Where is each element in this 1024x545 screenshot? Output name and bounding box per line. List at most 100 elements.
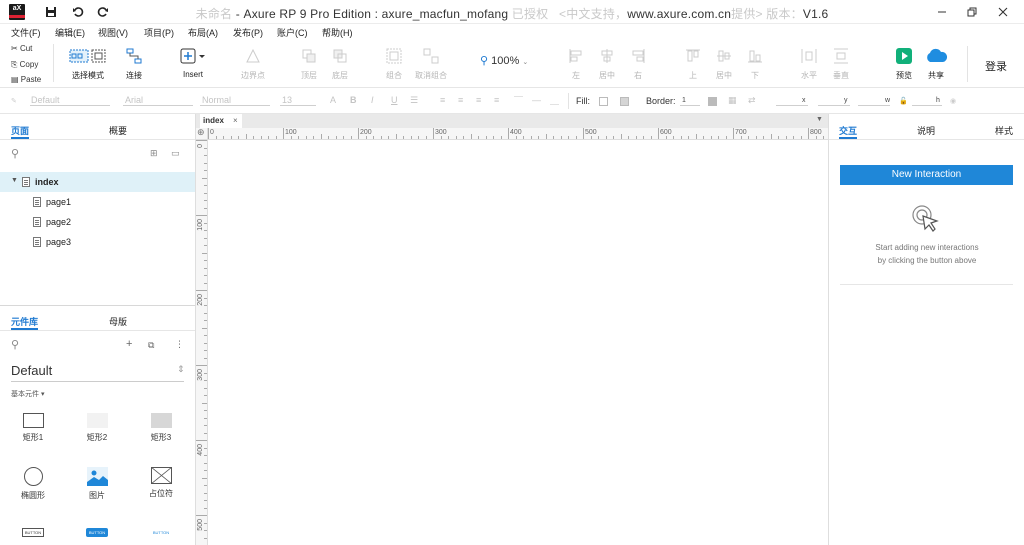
close-icon[interactable] (997, 6, 1009, 18)
border-width-input[interactable]: 1 (682, 97, 686, 104)
more-options-icon[interactable]: ⋮ (175, 339, 184, 350)
align-bottom-icon (748, 50, 762, 63)
tab-outline[interactable]: 概要 (109, 124, 127, 137)
share-button[interactable]: 共享 (919, 48, 953, 81)
widget-image[interactable]: 图片 (75, 467, 119, 501)
menu-edit[interactable]: 编辑(E) (55, 26, 85, 39)
category-header[interactable]: 基本元件 ▾ (11, 389, 44, 399)
font-size-select[interactable]: 13 (282, 95, 292, 105)
ruler-tick (204, 260, 207, 261)
menu-file[interactable]: 文件(F) (11, 26, 41, 39)
fill-color-swatch[interactable] (599, 97, 608, 106)
menu-arrange[interactable]: 布局(A) (188, 26, 218, 39)
widget-link-button[interactable]: BUTTON (139, 528, 183, 537)
tabs-dropdown-icon[interactable]: ▼ (816, 116, 823, 123)
visibility-eye-icon[interactable]: ◉ (950, 97, 956, 105)
valign-top-icon[interactable]: ⎺ (514, 95, 523, 106)
ungroup-button[interactable]: 取消组合 (412, 48, 450, 81)
widget-button[interactable]: BUTTON (11, 528, 55, 537)
page-row-page1[interactable]: page1 (0, 192, 195, 212)
tab-interactions[interactable]: 交互 (839, 124, 857, 137)
text-color-icon[interactable]: A (330, 95, 336, 105)
zoom-selector[interactable]: ⚲ 100% ⌄ (480, 54, 528, 67)
valign-middle-icon[interactable]: — (532, 95, 541, 105)
menu-project[interactable]: 项目(P) (144, 26, 174, 39)
connect-button[interactable]: 连接 (117, 48, 151, 81)
tab-masters[interactable]: 母版 (109, 315, 127, 328)
chevron-down-icon[interactable]: ▼ (11, 177, 18, 184)
valign-bottom-icon[interactable]: ⎽ (550, 95, 559, 106)
underline-icon[interactable]: U (391, 95, 398, 105)
lock-icon[interactable]: 🔓 (899, 97, 908, 105)
copy-button[interactable]: ⎘ Copy (11, 60, 38, 70)
library-copy-icon[interactable]: ⧉ (148, 340, 154, 351)
ruler-tick (538, 136, 539, 139)
justify-text-icon[interactable]: ≡ (494, 95, 499, 105)
menu-publish[interactable]: 发布(P) (233, 26, 263, 39)
library-select[interactable]: Default (11, 363, 52, 378)
bring-to-top-button[interactable]: 顶层 (292, 48, 326, 81)
search-icon[interactable]: ⚲ (11, 338, 19, 351)
widget-primary-button[interactable]: BUTTON (75, 528, 119, 537)
italic-icon[interactable]: I (371, 95, 374, 105)
align-right-button[interactable]: 右 (621, 48, 655, 81)
distribute-horizontal-button[interactable]: 水平 (792, 48, 826, 81)
border-color-swatch[interactable] (708, 97, 717, 106)
align-text-right-icon[interactable]: ≡ (476, 95, 481, 105)
fill-shadow-swatch[interactable] (620, 97, 629, 106)
cut-button[interactable]: ✂ Cut (11, 44, 32, 53)
align-top-button[interactable]: 上 (676, 48, 710, 81)
font-weight-select[interactable]: Normal (202, 95, 231, 105)
preview-button[interactable]: 预览 (887, 48, 921, 81)
panel-splitter[interactable] (0, 305, 195, 306)
tab-index[interactable]: index × (200, 114, 242, 128)
align-bottom-button[interactable]: 下 (738, 48, 772, 81)
tab-pages[interactable]: 页面 (11, 124, 29, 137)
tab-style[interactable]: 样式 (995, 124, 1013, 137)
arrow-style-icon[interactable]: ⇄ (748, 95, 756, 106)
align-center-button[interactable]: 居中 (590, 48, 624, 81)
add-library-icon[interactable]: + (126, 338, 132, 350)
style-select[interactable]: Default (31, 95, 60, 105)
font-select[interactable]: Arial (125, 95, 143, 105)
send-to-bottom-button[interactable]: 底层 (323, 48, 357, 81)
minimize-icon[interactable] (936, 6, 948, 18)
add-page-icon[interactable]: ⊞ (150, 148, 158, 159)
page-row-page2[interactable]: page2 (0, 212, 195, 232)
list-icon[interactable]: ☰ (410, 95, 418, 106)
page-row-index[interactable]: ▼ index (0, 172, 195, 192)
align-text-left-icon[interactable]: ≡ (440, 95, 445, 105)
paste-button[interactable]: ▤ Paste (11, 75, 41, 84)
widget-rectangle2[interactable]: 矩形2 (75, 413, 119, 443)
menu-help[interactable]: 帮助(H) (322, 26, 353, 39)
distribute-vertical-button[interactable]: 垂直 (824, 48, 858, 81)
search-icon[interactable]: ⚲ (11, 147, 19, 160)
widget-rectangle1[interactable]: 矩形1 (11, 413, 55, 443)
select-mode-button[interactable]: 选择模式 (66, 48, 110, 81)
login-button[interactable]: 登录 (985, 58, 1007, 74)
widget-placeholder[interactable]: 占位符 (139, 467, 183, 499)
menu-account[interactable]: 账户(C) (277, 26, 308, 39)
align-text-center-icon[interactable]: ≡ (458, 95, 463, 105)
group-button[interactable]: 组合 (377, 48, 411, 81)
chevron-updown-icon[interactable]: ⇕ (177, 364, 185, 375)
align-left-button[interactable]: 左 (559, 48, 593, 81)
border-style-icon[interactable]: ▦ (728, 95, 737, 106)
new-interaction-button[interactable]: New Interaction (840, 165, 1013, 185)
insert-button[interactable]: Insert (176, 48, 210, 79)
ruler-tick (204, 357, 207, 359)
restore-icon[interactable] (966, 6, 978, 18)
bold-icon[interactable]: B (350, 95, 357, 105)
page-row-page3[interactable]: page3 (0, 232, 195, 252)
boundary-point-button[interactable]: 边界点 (236, 48, 270, 81)
menu-view[interactable]: 视图(V) (98, 26, 128, 39)
style-brush-icon[interactable]: ✎ (11, 97, 17, 105)
align-middle-button[interactable]: 居中 (707, 48, 741, 81)
add-folder-icon[interactable]: ▭ (171, 148, 180, 159)
widget-rectangle3[interactable]: 矩形3 (139, 413, 183, 443)
tab-notes[interactable]: 说明 (917, 124, 935, 137)
design-canvas[interactable] (209, 141, 828, 545)
close-tab-icon[interactable]: × (233, 114, 238, 127)
widget-ellipse[interactable]: 椭圆形 (11, 467, 55, 501)
tab-libraries[interactable]: 元件库 (11, 315, 38, 328)
